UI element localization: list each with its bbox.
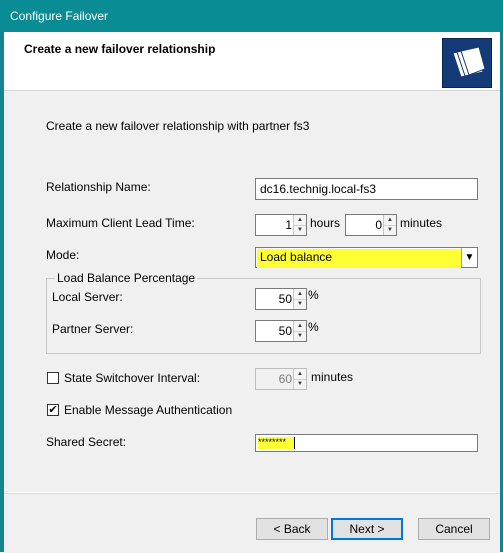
back-button[interactable]: < Back [256, 518, 328, 540]
arrow-down-icon[interactable]: ▼ [294, 379, 306, 389]
wizard-header: Create a new failover relationship [4, 32, 500, 91]
shared-secret-label: Shared Secret: [46, 435, 127, 449]
mclt-label: Maximum Client Lead Time: [46, 216, 195, 230]
shared-secret-input[interactable]: ******** [255, 434, 478, 452]
state-switchover-label: State Switchover Interval: [64, 371, 201, 385]
shared-secret-mask: ******** [258, 437, 294, 449]
local-server-value: 50 [278, 292, 292, 306]
mode-select[interactable]: Load balance ▼ [255, 247, 478, 268]
state-switchover-checkbox[interactable] [47, 372, 59, 384]
arrow-down-icon[interactable]: ▼ [294, 331, 306, 341]
load-balance-group-label: Load Balance Percentage [55, 271, 198, 285]
arrow-down-icon[interactable]: ▼ [384, 225, 396, 235]
message-auth-label: Enable Message Authentication [64, 403, 233, 417]
mclt-minutes-value: 0 [375, 218, 382, 232]
mode-value: Load balance [257, 249, 461, 268]
title-bar: Configure Failover [0, 0, 503, 32]
mode-label: Mode: [46, 248, 80, 262]
state-switchover-unit: minutes [311, 370, 354, 384]
mclt-hours-stepper[interactable]: 1 ▲ ▼ [255, 214, 307, 236]
state-switchover-stepper[interactable]: 60 ▲ ▼ [255, 368, 307, 390]
page-title: Create a new failover relationship [24, 42, 216, 56]
mclt-hours-value: 1 [285, 218, 292, 232]
cancel-button[interactable]: Cancel [418, 518, 490, 540]
wizard-footer: < Back Next > Cancel [4, 493, 500, 553]
partner-server-value: 50 [278, 324, 292, 338]
partner-server-label: Partner Server: [52, 322, 134, 336]
folders-icon [442, 38, 492, 88]
local-server-stepper[interactable]: 50 ▲ ▼ [255, 288, 307, 310]
chevron-down-icon[interactable]: ▼ [461, 248, 477, 267]
local-server-unit: % [308, 288, 319, 302]
state-switchover-value: 60 [278, 372, 292, 386]
window-title: Configure Failover [10, 9, 109, 23]
message-auth-checkbox[interactable]: ✔ [47, 404, 59, 416]
next-button[interactable]: Next > [331, 518, 403, 540]
local-server-label: Local Server: [52, 290, 123, 304]
text-cursor [294, 437, 295, 449]
mclt-hours-label: hours [310, 216, 341, 230]
relationship-name-input[interactable]: dc16.technig.local-fs3 [255, 178, 478, 200]
arrow-down-icon[interactable]: ▼ [294, 225, 306, 235]
mclt-minutes-label: minutes [400, 216, 443, 230]
partner-server-unit: % [308, 320, 319, 334]
arrow-down-icon[interactable]: ▼ [294, 299, 306, 309]
wizard-content: Create a new failover relationship with … [4, 91, 500, 492]
partner-server-stepper[interactable]: 50 ▲ ▼ [255, 320, 307, 342]
mclt-minutes-stepper[interactable]: 0 ▲ ▼ [345, 214, 397, 236]
relationship-name-label: Relationship Name: [46, 180, 151, 194]
intro-text: Create a new failover relationship with … [46, 119, 310, 133]
